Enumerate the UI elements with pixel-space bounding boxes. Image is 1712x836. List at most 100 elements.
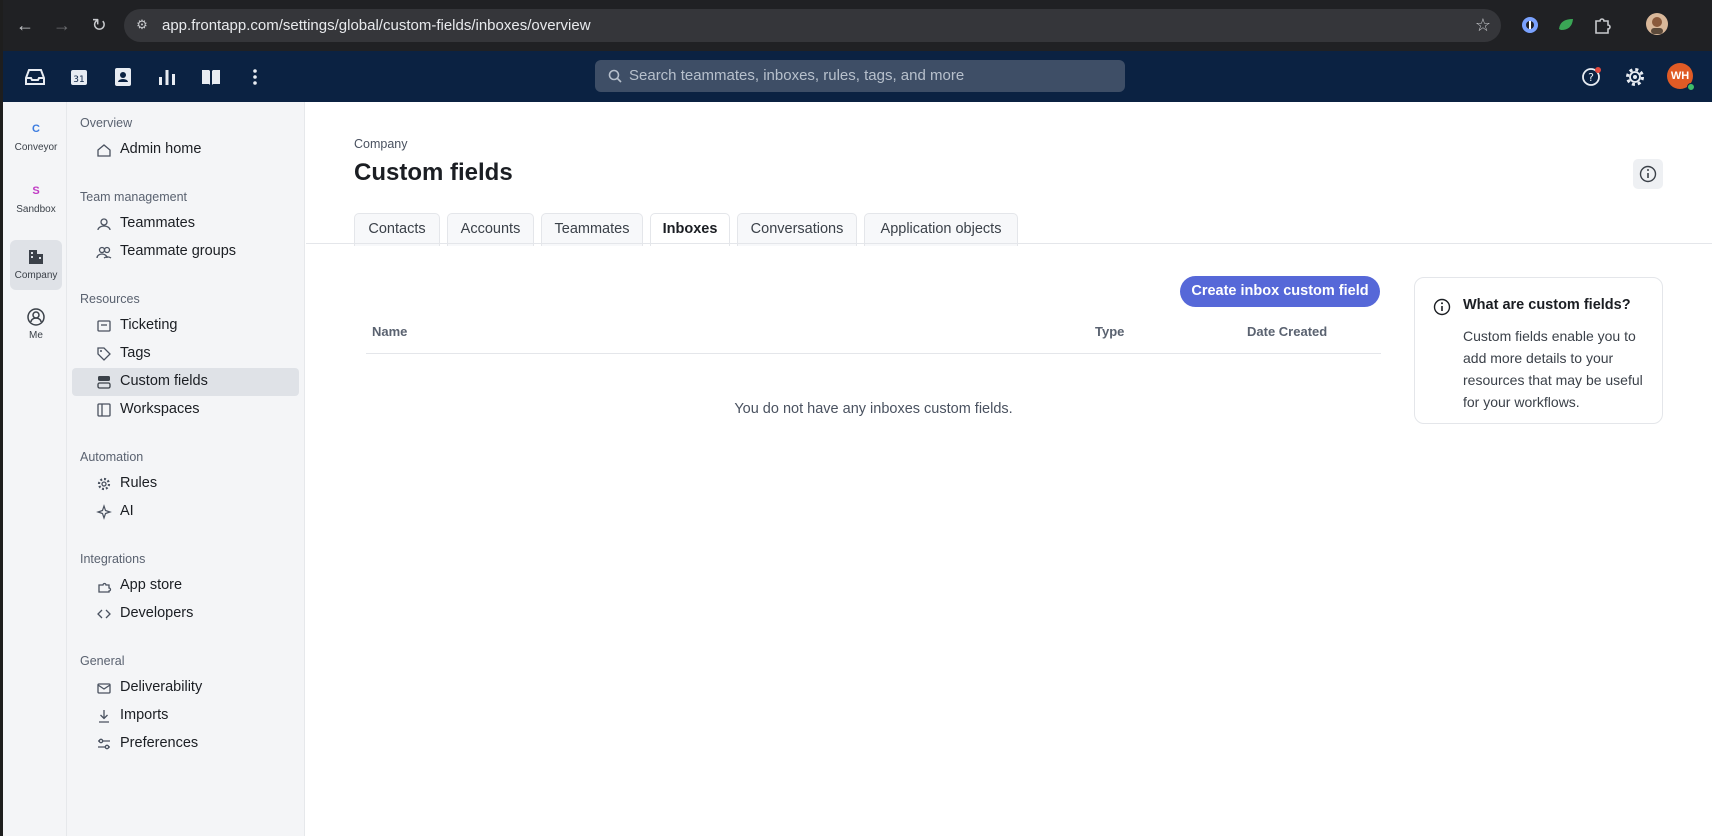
reload-icon[interactable]: ↻	[87, 13, 111, 37]
create-inbox-custom-field-button[interactable]: Create inbox custom field	[1180, 276, 1380, 307]
section-title-resources: Resources	[80, 292, 140, 306]
sidebar-item-preferences[interactable]: Preferences	[72, 730, 299, 758]
app-store-icon	[98, 582, 112, 593]
sidebar-item-label: Teammate groups	[120, 243, 237, 259]
browser-toolbar: ← → ↻ ⚙ app.frontapp.com/settings/global…	[0, 0, 1712, 51]
sidebar-item-label: Teammates	[120, 215, 195, 231]
contacts-icon[interactable]	[111, 65, 135, 89]
help-card: What are custom fields? Custom fields en…	[1414, 277, 1663, 424]
rail-item-company[interactable]: Company	[10, 240, 62, 290]
inbox-icon[interactable]	[23, 65, 47, 89]
bookmark-star-icon[interactable]: ☆	[1475, 15, 1491, 36]
breadcrumb[interactable]: Company	[354, 137, 408, 151]
svg-text:31: 31	[73, 75, 84, 85]
envelope-check-icon	[97, 683, 111, 694]
online-status-dot	[1687, 83, 1695, 91]
rail-label: Conveyor	[14, 142, 58, 153]
sidebar-item-admin-home[interactable]: Admin home	[72, 136, 299, 164]
global-search-bar[interactable]: Search teammates, inboxes, rules, tags, …	[595, 60, 1125, 92]
rail-label: Company	[14, 270, 58, 281]
rail-item-conveyor[interactable]: C Conveyor	[10, 112, 62, 162]
sidebar-item-label: Ticketing	[120, 317, 178, 333]
sidebar-item-label: Admin home	[120, 141, 202, 157]
sidebar-item-label: Rules	[120, 475, 158, 491]
section-title-integrations: Integrations	[80, 552, 146, 566]
sidebar-item-deliverability[interactable]: Deliverability	[72, 674, 299, 702]
tab-contacts[interactable]: Contacts	[354, 213, 440, 246]
tab-teammates[interactable]: Teammates	[541, 213, 643, 246]
back-icon[interactable]: ←	[13, 13, 37, 37]
tab-conversations[interactable]: Conversations	[737, 213, 857, 246]
sidebar-item-teammate-groups[interactable]: Teammate groups	[72, 238, 299, 266]
info-icon	[1639, 165, 1657, 183]
company-building-icon	[29, 250, 43, 264]
page-title: Custom fields	[354, 159, 513, 186]
sidebar-item-tags[interactable]: Tags	[72, 340, 299, 368]
app-top-bar: 31 Search teammates, inboxes, rules, tag…	[0, 51, 1712, 102]
search-placeholder[interactable]: Search teammates, inboxes, rules, tags, …	[629, 67, 964, 84]
conveyor-badge: C	[32, 123, 40, 135]
address-bar[interactable]: ⚙ app.frontapp.com/settings/global/custo…	[124, 9, 1501, 42]
sidebar-item-label: Imports	[120, 707, 169, 723]
more-vertical-icon[interactable]	[243, 65, 267, 89]
sandbox-badge: S	[32, 185, 40, 197]
column-header-date-created[interactable]: Date Created	[1247, 324, 1327, 339]
sidebar-item-ai[interactable]: AI	[72, 498, 299, 526]
site-settings-icon[interactable]: ⚙	[134, 17, 150, 33]
tabs-divider	[306, 243, 1712, 244]
tab-inboxes[interactable]: Inboxes	[650, 213, 730, 246]
sidebar-item-label: Preferences	[120, 735, 199, 751]
section-title-team-management: Team management	[80, 190, 188, 204]
page-info-button[interactable]	[1633, 159, 1663, 189]
knowledge-base-icon[interactable]	[199, 65, 223, 89]
user-icon	[97, 218, 111, 231]
password-manager-extension-icon[interactable]	[1519, 14, 1541, 36]
info-icon	[1433, 298, 1451, 316]
sidebar-item-teammates[interactable]: Teammates	[72, 210, 299, 238]
rail-item-me[interactable]: Me	[10, 300, 62, 350]
sidebar-item-custom-fields[interactable]: Custom fields	[72, 368, 299, 396]
sidebar-item-app-store[interactable]: App store	[72, 572, 299, 600]
search-icon	[608, 69, 622, 83]
section-title-general: General	[80, 654, 125, 668]
forward-icon[interactable]: →	[50, 13, 74, 37]
tab-accounts[interactable]: Accounts	[447, 213, 534, 246]
sliders-icon	[98, 738, 110, 750]
person-circle-icon	[27, 308, 45, 326]
sidebar-item-label: App store	[120, 577, 183, 593]
table-header: Name Type Date Created	[366, 324, 1381, 354]
sidebar-item-rules[interactable]: Rules	[72, 470, 299, 498]
sidebar-item-imports[interactable]: Imports	[72, 702, 299, 730]
help-icon[interactable]: ?	[1579, 65, 1603, 89]
svg-text:?: ?	[1588, 71, 1594, 84]
sidebar-item-developers[interactable]: Developers	[72, 600, 299, 628]
empty-state-message: You do not have any inboxes custom field…	[734, 401, 1013, 417]
custom-fields-icon	[97, 376, 111, 389]
url-text[interactable]: app.frontapp.com/settings/global/custom-…	[162, 17, 591, 34]
calendar-icon[interactable]: 31	[67, 65, 91, 89]
sidebar-item-ticketing[interactable]: Ticketing	[72, 312, 299, 340]
rail-item-sandbox[interactable]: S Sandbox	[10, 174, 62, 224]
tab-application-objects[interactable]: Application objects	[864, 213, 1018, 246]
column-header-name[interactable]: Name	[372, 324, 407, 339]
rail-label: Sandbox	[16, 204, 56, 215]
sidebar-item-label: Custom fields	[120, 373, 208, 389]
sparkle-icon	[96, 504, 112, 520]
sidebar-item-workspaces[interactable]: Workspaces	[72, 396, 299, 424]
settings-gear-icon[interactable]	[1623, 65, 1647, 89]
settings-sidebar: Overview Admin home Team management Team…	[67, 102, 305, 836]
download-icon	[99, 710, 109, 723]
browser-profile-avatar[interactable]	[1645, 12, 1669, 36]
column-header-type[interactable]: Type	[1095, 324, 1124, 339]
tag-icon	[97, 347, 111, 361]
help-card-body: Custom fields enable you to add more det…	[1463, 328, 1643, 410]
extension-leaf-icon[interactable]	[1555, 14, 1577, 36]
home-icon	[97, 144, 111, 157]
sidebar-item-label: Developers	[120, 605, 194, 621]
extensions-puzzle-icon[interactable]	[1591, 14, 1613, 36]
rail-label: Me	[29, 330, 43, 341]
rules-gear-icon	[97, 477, 111, 491]
analytics-icon[interactable]	[155, 65, 179, 89]
sidebar-item-label: Workspaces	[120, 401, 200, 417]
section-title-overview: Overview	[80, 116, 133, 130]
